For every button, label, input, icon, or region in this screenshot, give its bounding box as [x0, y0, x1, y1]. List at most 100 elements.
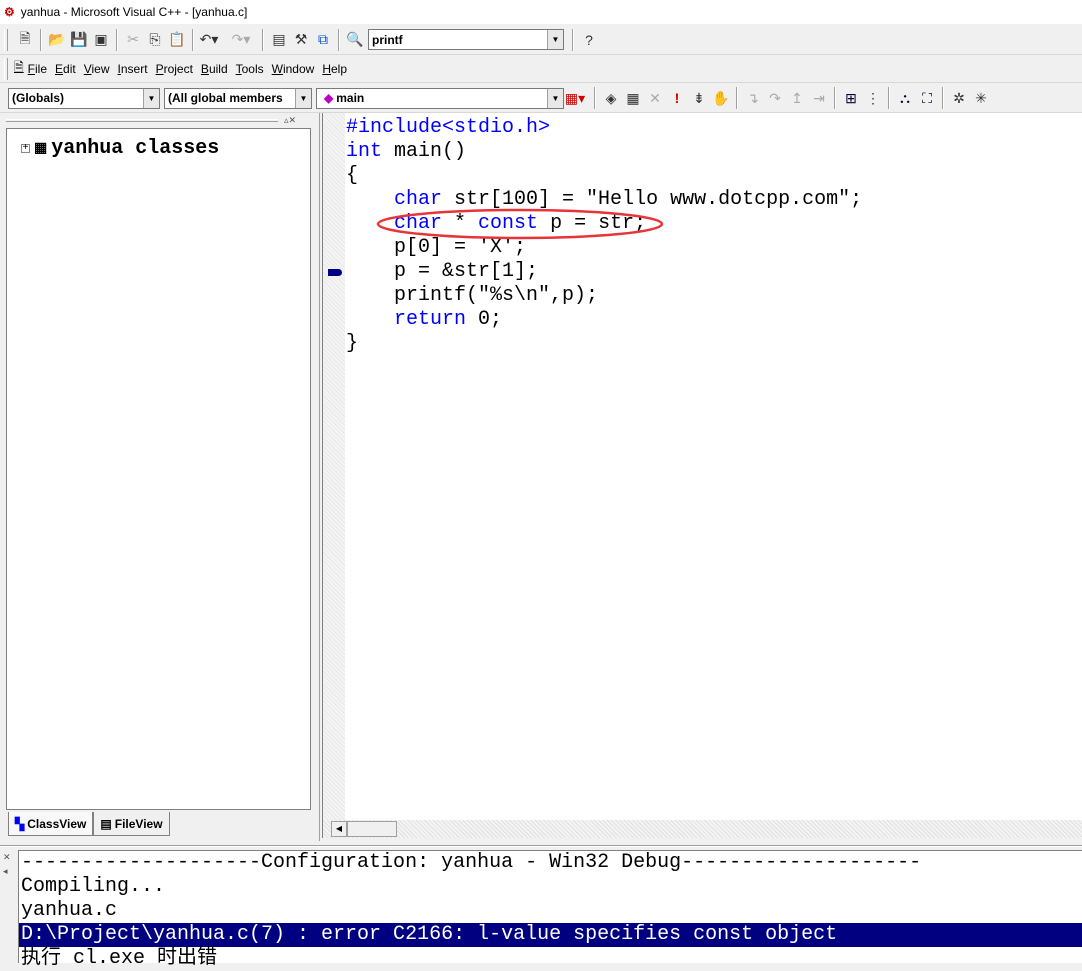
stop-build-icon[interactable]: ✕ [644, 87, 666, 109]
find-in-files-icon[interactable]: 🔍 [344, 29, 366, 51]
tab-classview[interactable]: ▚ ClassView [8, 812, 94, 836]
code-editor[interactable]: #include<stdio.h> int main(){ char str[10… [322, 113, 1082, 820]
code-line: } [346, 332, 862, 356]
save-all-icon[interactable]: ▣ [90, 29, 112, 51]
function-icon: ◆ [324, 91, 334, 105]
title-bar: ⚙ yanhua - Microsoft Visual C++ - [yanhu… [0, 0, 1082, 24]
code-line: int main() [346, 140, 862, 164]
undo-icon[interactable]: ↶▾ [198, 29, 220, 51]
menu-file[interactable]: File [28, 62, 47, 76]
open-icon[interactable]: 📂 [46, 29, 68, 51]
scroll-left-icon[interactable]: ◀ [331, 821, 347, 837]
document-icon: 🗎 [14, 60, 24, 74]
menu-view[interactable]: View [84, 62, 110, 76]
code-line: #include<stdio.h> [346, 116, 862, 140]
cut-icon[interactable]: ✂ [122, 29, 144, 51]
find-value: printf [372, 32, 403, 47]
go-icon[interactable]: ⇟ [688, 87, 710, 109]
menu-insert[interactable]: Insert [118, 62, 148, 76]
output-line[interactable]: Compiling... [19, 875, 1082, 899]
output-line[interactable]: yanhua.c [19, 899, 1082, 923]
chevron-down-icon[interactable]: ▼ [547, 88, 563, 108]
menu-build[interactable]: Build [201, 62, 228, 76]
menu-grip[interactable] [4, 57, 8, 80]
derived-classes-icon[interactable]: ⛶ [916, 87, 938, 109]
code-token: printf("%s\n",p); [346, 284, 599, 307]
output-line[interactable]: --------------------Configuration: yanhu… [19, 851, 1082, 875]
compile-icon[interactable]: ◈ [600, 87, 622, 109]
scroll-thumb[interactable] [347, 821, 397, 837]
output-line[interactable]: 执行 cl.exe 时出错 [19, 947, 1082, 971]
splitter[interactable] [0, 845, 1082, 847]
output-lines: --------------------Configuration: yanhu… [19, 851, 1082, 971]
breakpoint-icon[interactable]: ✋ [710, 87, 732, 109]
standard-toolbar: 🗎 📂 💾 ▣ ✂ ⎘ 📋 ↶▾ ↷▾ ▤ ⚒ ⧉ 🔍 printf ▼ ? [0, 25, 1082, 55]
run-to-cursor-icon[interactable]: ⇥ [808, 87, 830, 109]
step-over-icon[interactable]: ↷ [764, 87, 786, 109]
execute-icon[interactable]: ! [666, 87, 688, 109]
expand-icon[interactable]: + [21, 144, 30, 154]
menu-help[interactable]: Help [322, 62, 347, 76]
base-classes-icon[interactable]: ⛬ [894, 87, 916, 109]
editor-gutter [323, 113, 345, 820]
paste-icon[interactable]: 📋 [166, 29, 188, 51]
code-token: 0; [466, 308, 503, 331]
output-line[interactable]: D:\Project\yanhua.c(7) : error C2166: l-… [19, 923, 1082, 947]
scope-combo[interactable]: (Globals) ▼ [8, 87, 160, 109]
annotation-ellipse [376, 208, 664, 240]
menu-edit[interactable]: Edit [55, 62, 76, 76]
fileview-icon: ▤ [100, 816, 112, 831]
pane-grip[interactable] [6, 119, 278, 122]
step-into-icon[interactable]: ↴ [742, 87, 764, 109]
code-token: } [346, 332, 359, 355]
step-out-icon[interactable]: ↥ [786, 87, 808, 109]
chevron-down-icon[interactable]: ▼ [547, 30, 563, 49]
horizontal-scrollbar[interactable]: ◀ [322, 820, 1082, 838]
filter-value: (All global members [168, 91, 283, 105]
build-icon[interactable]: ▦ [622, 87, 644, 109]
window-title: yanhua - Microsoft Visual C++ - [yanhua.… [20, 5, 248, 19]
wizard-actions-icon[interactable]: ▦▾ [564, 87, 586, 109]
new-text-file-icon[interactable]: 🗎 [14, 29, 36, 51]
redo-icon[interactable]: ↷▾ [230, 29, 252, 51]
definitions-icon[interactable]: ✳ [970, 87, 992, 109]
output-pane[interactable]: --------------------Configuration: yanhu… [18, 850, 1082, 970]
filter-combo[interactable]: (All global members ▼ [164, 87, 312, 109]
output-close-icon[interactable]: ✕ ◂ [3, 850, 11, 878]
menu-window[interactable]: Window [272, 62, 315, 76]
keyword-token: return [394, 308, 467, 331]
current-line-arrow-icon [328, 269, 342, 276]
references-icon[interactable]: ✲ [948, 87, 970, 109]
find-combo[interactable]: printf ▼ [368, 29, 564, 50]
class-hierarchy-icon[interactable]: ⊞ [840, 87, 862, 109]
menu-project[interactable]: Project [156, 62, 193, 76]
app-icon: ⚙ [4, 5, 15, 19]
member-value: main [336, 91, 365, 105]
toolbar-grip[interactable] [4, 28, 8, 51]
tab-fileview[interactable]: ▤ FileView [93, 812, 170, 836]
menu-tools[interactable]: Tools [236, 62, 264, 76]
workspace-tabs: ▚ ClassView ▤ FileView [8, 812, 170, 836]
classes-icon: ▦ [34, 141, 48, 157]
tab-label: FileView [114, 816, 163, 831]
scope-value: (Globals) [12, 91, 65, 105]
save-icon[interactable]: 💾 [68, 29, 90, 51]
code-line: return 0; [346, 308, 862, 332]
chevron-down-icon[interactable]: ▼ [143, 88, 159, 108]
search-help-icon[interactable]: ? [578, 29, 600, 51]
tree-item-root[interactable]: + ▦ yanhua classes [21, 137, 219, 160]
code-token: p = &str[1]; [346, 260, 539, 283]
menu-bar: 🗎 File Edit View Insert Project Build To… [0, 55, 1082, 83]
window-list-icon[interactable]: ⧉ [312, 29, 334, 51]
tab-label: ClassView [27, 816, 87, 831]
member-combo[interactable]: ◆ main ▼ [316, 87, 564, 109]
workspace-icon[interactable]: ▤ [268, 29, 290, 51]
chevron-down-icon[interactable]: ▼ [295, 88, 311, 108]
members-icon[interactable]: ⋮ [862, 87, 884, 109]
pane-close-icon[interactable]: ▵✕ [284, 115, 296, 126]
keyword-token: #include<stdio.h> [346, 116, 551, 139]
copy-icon[interactable]: ⎘ [144, 29, 166, 51]
output-icon[interactable]: ⚒ [290, 29, 312, 51]
keyword-token: int [346, 140, 383, 163]
